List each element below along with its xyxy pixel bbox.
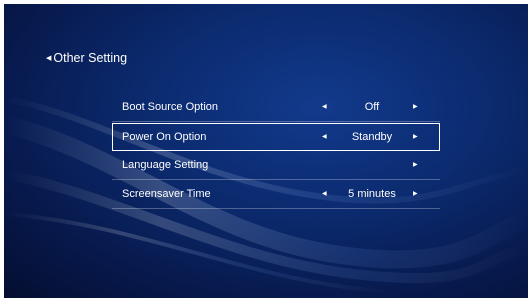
setting-label: Boot Source Option bbox=[122, 101, 219, 113]
arrow-right-icon[interactable]: ▶ bbox=[413, 123, 418, 151]
setting-label: Screensaver Time bbox=[122, 188, 211, 200]
setting-value: Standby bbox=[351, 131, 393, 143]
arrow-right-icon[interactable]: ▶ bbox=[413, 180, 418, 208]
setting-value: 5 minutes bbox=[348, 188, 396, 200]
setting-row-power-on[interactable]: Power On Option ◀ Standby ▶ bbox=[112, 123, 440, 151]
setting-label: Language Setting bbox=[122, 159, 209, 171]
setting-row-boot-source[interactable]: Boot Source Option ◀ Off ▶ bbox=[112, 93, 440, 122]
setting-label: Power On Option bbox=[122, 131, 207, 143]
settings-screen: ◀ Other Setting Boot Source Option ◀ Off… bbox=[4, 4, 528, 298]
settings-list: Boot Source Option ◀ Off ▶ Power On Opti… bbox=[112, 93, 440, 209]
arrow-left-icon[interactable]: ◀ bbox=[322, 93, 327, 121]
arrow-left-icon[interactable]: ◀ bbox=[322, 123, 327, 151]
back-button[interactable]: ◀ Other Setting bbox=[46, 51, 127, 65]
setting-value: Off bbox=[364, 101, 380, 113]
triangle-left-icon: ◀ bbox=[46, 54, 52, 62]
arrow-right-icon[interactable]: ▶ bbox=[413, 93, 418, 121]
setting-row-language[interactable]: Language Setting ▶ bbox=[112, 151, 440, 180]
setting-row-screensaver[interactable]: Screensaver Time ◀ 5 minutes ▶ bbox=[112, 180, 440, 209]
page-title: Other Setting bbox=[53, 51, 128, 65]
arrow-right-icon[interactable]: ▶ bbox=[413, 151, 418, 179]
arrow-left-icon[interactable]: ◀ bbox=[322, 180, 327, 208]
